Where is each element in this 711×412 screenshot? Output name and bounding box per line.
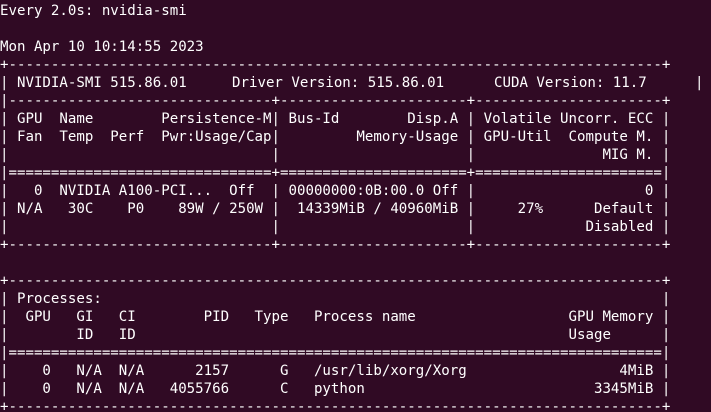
process-row: | 0 N/A N/A 2157 G /usr/lib/xorg/Xorg 4M… — [0, 363, 671, 379]
gpu-row: | | | Disabled | — [0, 219, 671, 235]
gpu-row: | N/A 30C P0 89W / 250W | 14339MiB / 409… — [0, 201, 671, 217]
process-header-row: | ID ID Usage | — [0, 327, 671, 343]
process-border-bottom: +---------------------------------------… — [0, 399, 671, 412]
smi-version: | NVIDIA-SMI 515.86.01 — [0, 75, 187, 91]
watch-header: Every 2.0s: nvidia-smi — [0, 3, 187, 19]
process-header-row: | GPU GI CI PID Type Process name GPU Me… — [0, 309, 671, 325]
process-border-top: +---------------------------------------… — [0, 273, 671, 289]
column-header-row: | | | MIG M. | — [0, 147, 671, 163]
process-separator: |=======================================… — [0, 345, 671, 361]
gpu-table-border-bottom: +-------------------------------+-------… — [0, 237, 671, 253]
cuda-version: CUDA Version: 11.7 — [494, 75, 647, 91]
datetime-line: Mon Apr 10 10:14:55 2023 — [0, 39, 204, 55]
column-header-row: | Fan Temp Perf Pwr:Usage/Cap| Memory-Us… — [0, 129, 671, 145]
gpu-row: | 0 NVIDIA A100-PCI... Off | 00000000:0B… — [0, 183, 671, 199]
double-separator: |===============================+=======… — [0, 165, 671, 181]
terminal-window[interactable]: Every 2.0s: nvidia-smi Mon Apr 10 10:14:… — [0, 2, 711, 412]
column-header-row: | GPU Name Persistence-M| Bus-Id Disp.A … — [0, 111, 671, 127]
process-row: | 0 N/A N/A 4055766 C python 3345MiB | — [0, 381, 671, 397]
table-border: | — [695, 75, 704, 91]
smi-border-top: +---------------------------------------… — [0, 57, 671, 73]
process-header-row: | Processes: | — [0, 291, 671, 307]
header-separator: |-------------------------------+-------… — [0, 93, 671, 109]
smi-version-line: | NVIDIA-SMI 515.86.01 Driver Version: 5… — [0, 74, 711, 92]
driver-version: Driver Version: 515.86.01 — [232, 75, 445, 91]
